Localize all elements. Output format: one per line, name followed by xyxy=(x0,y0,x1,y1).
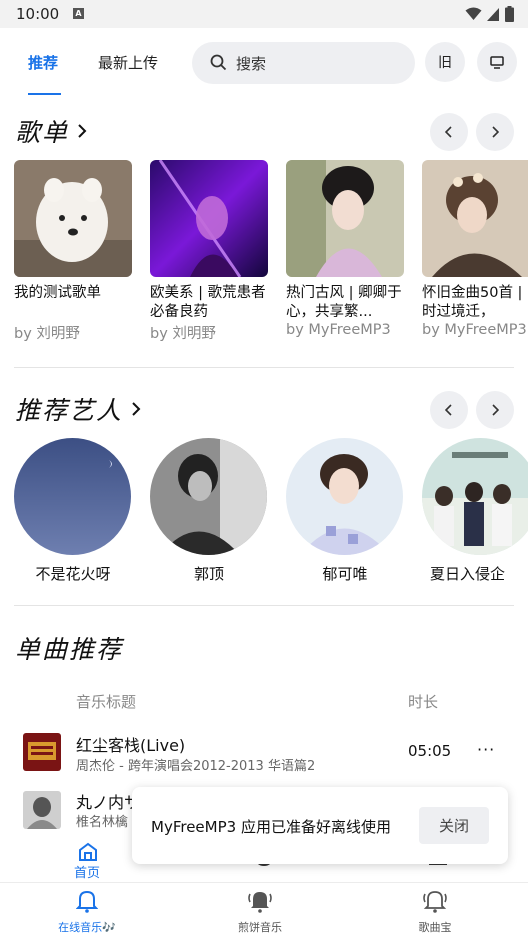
artists-title: 推荐艺人 xyxy=(15,396,124,425)
divider xyxy=(14,605,514,606)
playlist-author: by MyFreeMP3 xyxy=(422,322,527,338)
wifi-icon xyxy=(465,7,482,20)
playlist-card[interactable]: 欧美系 | 歌荒患者必备良药 by 刘明野 xyxy=(150,160,268,343)
playlists-next-button[interactable] xyxy=(476,113,514,151)
home-icon[interactable] xyxy=(78,842,98,861)
artist-name: 夏日入侵企 xyxy=(430,565,506,583)
playlists-prev-button[interactable] xyxy=(430,113,468,151)
home-tab-label[interactable]: 首页 xyxy=(74,862,100,881)
search-placeholder: 搜索 xyxy=(236,55,267,73)
signal-icon xyxy=(487,7,499,21)
toast-message: MyFreeMP3 应用已准备好离线使用 xyxy=(151,818,391,836)
artist-card[interactable]: 郁可唯 xyxy=(286,438,404,584)
artist-avatar xyxy=(286,438,403,555)
offline-ready-toast: MyFreeMP3 应用已准备好离线使用 关闭 xyxy=(132,787,508,864)
column-duration-header: 时长 xyxy=(408,693,439,711)
top-bar: 推荐 最新上传 搜索 旧 xyxy=(0,28,528,96)
song-row[interactable]: 红尘客栈(Live) 周杰伦 - 跨年演唱会2012-2013 华语篇2 05:… xyxy=(0,728,528,778)
song-title: 红尘客栈(Live) xyxy=(76,736,186,755)
nav-song-treasure[interactable]: 歌曲宝 xyxy=(390,889,480,935)
playlist-author: by MyFreeMP3 xyxy=(286,322,391,338)
playlist-cover xyxy=(150,160,268,277)
song-subtitle: 周杰伦 - 跨年演唱会2012-2013 华语篇2 xyxy=(76,759,316,774)
song-duration: 05:05 xyxy=(408,742,452,760)
monitor-icon xyxy=(490,55,504,69)
close-toast-button[interactable]: 关闭 xyxy=(419,807,489,844)
chevron-right-icon xyxy=(78,124,87,138)
chevron-left-icon xyxy=(445,126,452,138)
nav-label: 煎饼音乐 xyxy=(238,921,282,934)
nav-label: 歌曲宝 xyxy=(418,921,452,934)
playlists-heading[interactable]: 歌单 xyxy=(15,113,87,149)
playlist-author: by 刘明野 xyxy=(150,326,216,342)
artists-heading[interactable]: 推荐艺人 xyxy=(15,391,141,427)
status-time: 10:00 xyxy=(16,5,60,23)
playlist-title: 热门古风 | 卿卿于心，共享繁... xyxy=(286,285,402,320)
artist-card[interactable]: 不是花火呀 xyxy=(14,438,132,584)
artists-next-button[interactable] xyxy=(476,391,514,429)
status-icons xyxy=(465,6,514,22)
column-title-header: 音乐标题 xyxy=(76,693,137,711)
divider xyxy=(14,367,514,368)
chevron-right-icon xyxy=(492,126,499,138)
bell-outline-icon xyxy=(423,891,447,913)
nav-label: 在线音乐🎶 xyxy=(58,921,116,934)
status-bar: 10:00 A xyxy=(0,0,528,28)
artist-name: 郁可唯 xyxy=(322,565,368,583)
tab-indicator xyxy=(28,93,61,95)
playlists-title: 歌单 xyxy=(15,118,70,147)
artist-name: 郭顶 xyxy=(193,565,224,583)
playlist-cover xyxy=(286,160,404,277)
playlist-card[interactable]: 怀旧金曲50首 | 时过境迁， by MyFreeMP3 xyxy=(422,160,528,338)
artist-avatar xyxy=(422,438,528,555)
desktop-button[interactable] xyxy=(477,42,517,82)
singles-heading: 单曲推荐 xyxy=(15,630,123,666)
playlist-card[interactable]: 我的测试歌单 by 刘明野 xyxy=(14,160,132,343)
playlist-cover xyxy=(422,160,528,277)
song-title: 丸ノ内サ xyxy=(76,793,141,812)
playlist-title: 我的测试歌单 xyxy=(14,285,101,301)
song-cover xyxy=(23,733,61,771)
artist-name: 不是花火呀 xyxy=(35,565,111,583)
song-cover xyxy=(23,791,61,829)
singles-title: 单曲推荐 xyxy=(15,635,124,664)
playlist-author: by 刘明野 xyxy=(14,326,80,342)
bottom-nav: 在线音乐🎶 煎饼音乐 歌曲宝 xyxy=(0,882,528,940)
battery-icon xyxy=(505,6,514,22)
nav-online-music[interactable]: 在线音乐🎶 xyxy=(42,889,132,935)
playlist-card[interactable]: 热门古风 | 卿卿于心，共享繁... by MyFreeMP3 xyxy=(286,160,404,338)
artist-avatar xyxy=(14,438,131,555)
playlist-title: 怀旧金曲50首 | 时过境迁， xyxy=(422,285,523,320)
bell-icon xyxy=(75,890,99,913)
artist-card[interactable]: 夏日入侵企 xyxy=(422,438,528,584)
playlist-cover xyxy=(14,160,132,277)
old-version-button[interactable]: 旧 xyxy=(425,42,465,82)
bell-ring-icon xyxy=(248,892,272,913)
more-options-button[interactable]: ··· xyxy=(477,740,495,759)
artists-prev-button[interactable] xyxy=(430,391,468,429)
chevron-right-icon xyxy=(132,402,141,416)
song-subtitle: 椎名林檎 xyxy=(76,815,129,830)
tab-recommend[interactable]: 推荐 xyxy=(28,52,58,73)
playlist-title: 欧美系 | 歌荒患者必备良药 xyxy=(150,285,266,320)
chevron-right-icon xyxy=(492,404,499,416)
artist-avatar xyxy=(150,438,267,555)
notification-icon: A xyxy=(73,8,84,19)
search-bar[interactable]: 搜索 xyxy=(192,42,415,84)
search-icon xyxy=(210,54,227,71)
chevron-left-icon xyxy=(445,404,452,416)
artist-card[interactable]: 郭顶 xyxy=(150,438,268,584)
tab-latest-upload[interactable]: 最新上传 xyxy=(98,52,158,73)
nav-pancake-music[interactable]: 煎饼音乐 xyxy=(215,889,305,935)
